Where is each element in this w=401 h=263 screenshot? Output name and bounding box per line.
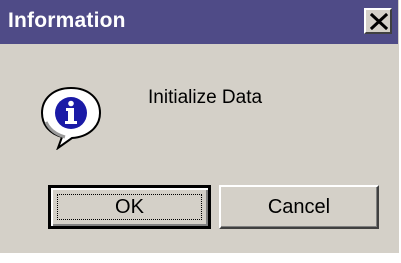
window-title: Information [8, 9, 126, 32]
ok-button[interactable]: OK [48, 185, 211, 229]
information-dialog: Information Initialize Data OK Cancel [0, 0, 401, 253]
cancel-button-label: Cancel [267, 196, 331, 218]
title-bar[interactable]: Information [0, 0, 398, 44]
close-icon [370, 13, 388, 30]
close-button[interactable] [364, 8, 392, 34]
ok-button-label: OK [115, 196, 144, 218]
information-icon [40, 86, 102, 150]
message-text: Initialize Data [148, 87, 263, 108]
cancel-button[interactable]: Cancel [219, 185, 379, 229]
